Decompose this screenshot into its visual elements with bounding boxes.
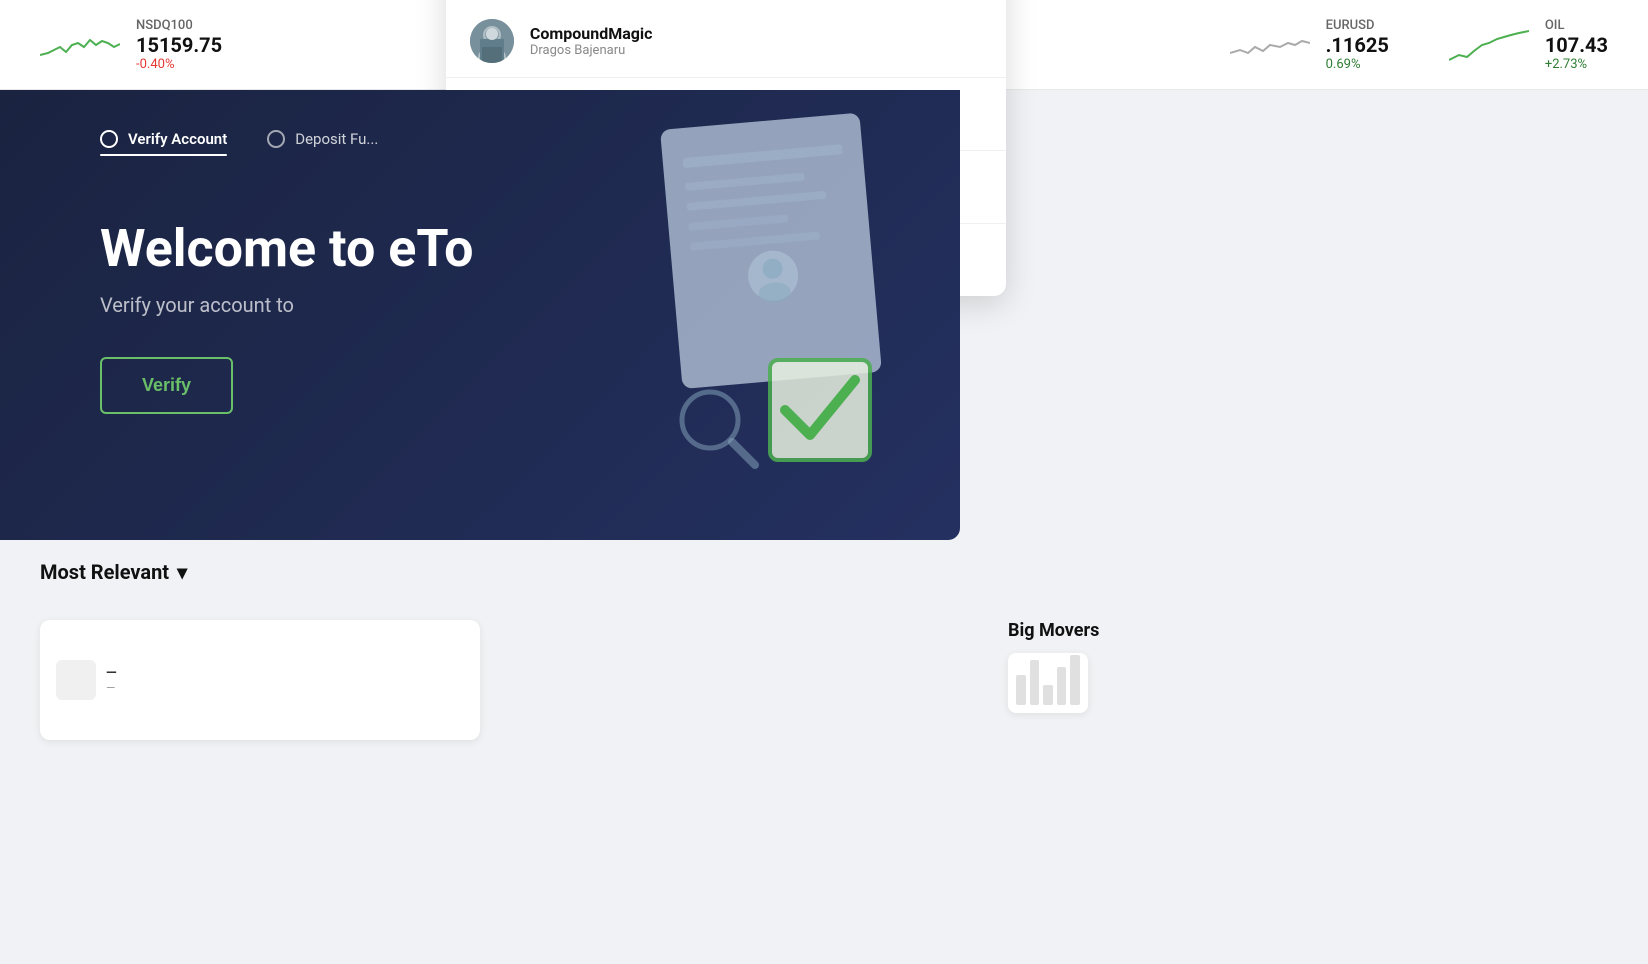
step1-label: Verify Account: [128, 130, 227, 148]
ticker-eurusd-change: 0.69%: [1326, 57, 1389, 72]
sort-icon: ▾: [177, 560, 187, 584]
ticker-oil-price: 107.43: [1545, 33, 1608, 57]
oil-chart: [1449, 25, 1529, 65]
most-relevant-text: Most Relevant: [40, 560, 169, 584]
step1-wrapper: Verify Account: [100, 130, 227, 148]
instrument-name: —: [106, 665, 117, 681]
compoundmagic-realname: Dragos Bajenaru: [530, 43, 982, 58]
ticker-eurusd-name: EURUSD: [1326, 18, 1389, 33]
big-movers-chart: [1008, 653, 1088, 713]
ticker-nsdq100-change: -0.40%: [136, 57, 222, 72]
step1-underline: [100, 154, 227, 156]
instrument-strip: — —: [40, 620, 480, 740]
big-movers-label: Big Movers: [1008, 620, 1608, 641]
step1-circle: [100, 130, 118, 148]
step2-circle: [267, 130, 285, 148]
eurusd-chart: [1230, 25, 1310, 65]
verify-button[interactable]: Verify: [100, 357, 233, 414]
dark-banner: Verify Account Deposit Fu... Welcome to …: [0, 90, 960, 540]
big-movers-section: Big Movers: [1008, 620, 1608, 713]
compoundmagic-avatar: [470, 19, 514, 63]
ticker-oil-change: +2.73%: [1545, 57, 1608, 72]
main-area: Verify Account Deposit Fu... Welcome to …: [0, 90, 1648, 964]
ticker-oil[interactable]: OIL 107.43 +2.73%: [1449, 18, 1608, 72]
instrument-card-1[interactable]: — —: [40, 620, 480, 740]
steps-row: Verify Account Deposit Fu...: [100, 130, 378, 148]
ticker-nsdq100[interactable]: NSDQ100 15159.75 -0.40%: [40, 18, 222, 72]
ticker-nsdq100-price: 15159.75: [136, 33, 222, 57]
ticker-eurusd-price: .11625: [1326, 33, 1389, 57]
instrument-icon: [56, 660, 96, 700]
ticker-eurusd[interactable]: EURUSD .11625 0.69%: [1230, 18, 1389, 72]
person-compoundmagic[interactable]: CompoundMagic Dragos Bajenaru: [446, 5, 1006, 78]
page-wrapper: NSDQ100 15159.75 -0.40% ✕ Markets: [0, 0, 1648, 964]
most-relevant-section: Most Relevant ▾: [40, 560, 187, 584]
step2[interactable]: Deposit Fu...: [267, 130, 378, 148]
ticker-oil-name: OIL: [1545, 18, 1608, 33]
ticker-nsdq100-name: NSDQ100: [136, 18, 222, 33]
step1[interactable]: Verify Account: [100, 130, 227, 148]
banner-subtitle: Verify your account to: [100, 293, 474, 317]
compoundmagic-username: CompoundMagic: [530, 24, 982, 43]
banner-illustration: [480, 90, 960, 540]
banner-title: Welcome to eTo: [100, 220, 474, 277]
most-relevant-label[interactable]: Most Relevant ▾: [40, 560, 187, 584]
nsdq100-chart: [40, 25, 120, 65]
banner-content: Welcome to eTo Verify your account to Ve…: [100, 220, 474, 414]
instrument-sub: —: [106, 681, 117, 695]
step2-label: Deposit Fu...: [295, 130, 378, 148]
top-bar: NSDQ100 15159.75 -0.40% ✕ Markets: [0, 0, 1648, 90]
